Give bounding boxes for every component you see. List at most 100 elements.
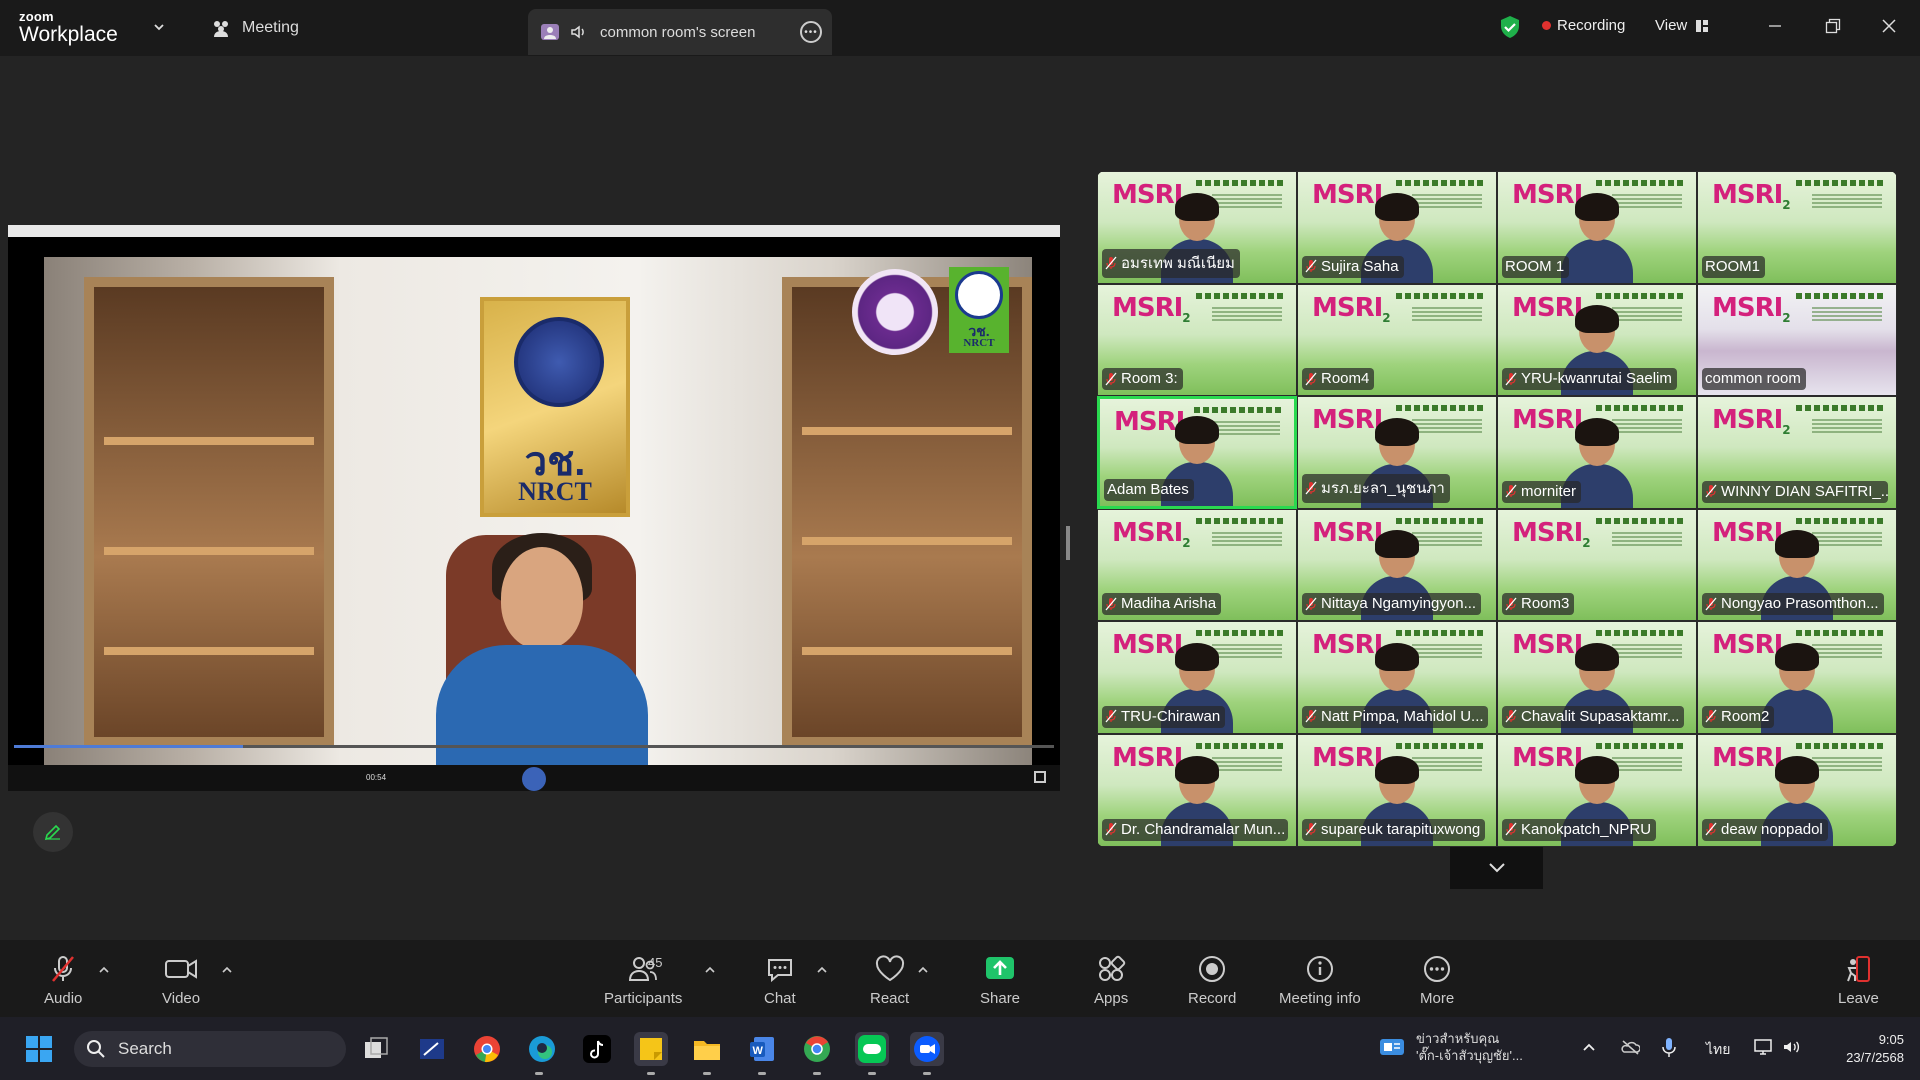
participant-tile[interactable]: MSRI2 Room4 [1297, 283, 1497, 397]
video-options-icon[interactable] [221, 964, 233, 976]
task-view-icon[interactable] [360, 1032, 394, 1066]
shared-screen[interactable]: วช. NRCT วช. NRCT 00:54 [8, 225, 1060, 791]
chat-options-icon[interactable] [816, 964, 828, 976]
chevron-down-icon[interactable] [152, 20, 166, 34]
pen-app-icon[interactable] [415, 1032, 449, 1066]
tab-meeting[interactable]: Meeting [210, 18, 299, 38]
audio-options-icon[interactable] [98, 964, 110, 976]
file-explorer-icon[interactable] [690, 1032, 724, 1066]
react-button[interactable]: React [870, 954, 909, 1007]
tiktok-icon[interactable] [580, 1032, 614, 1066]
taskbar-clock[interactable]: 9:05 23/7/2568 [1846, 1031, 1904, 1067]
gallery-next-page-button[interactable] [1450, 847, 1543, 889]
msri-logo: MSRI2 [1512, 517, 1591, 550]
participant-tile[interactable]: MSRI2 Room 3: [1097, 283, 1297, 397]
recording-indicator[interactable]: Recording [1542, 17, 1625, 34]
audio-button[interactable]: Audio [44, 954, 82, 1007]
participant-tile[interactable]: MSRI2morniter [1497, 396, 1697, 509]
network-icon[interactable] [1754, 1038, 1774, 1056]
participants-button[interactable]: 45 Participants [604, 954, 682, 1007]
participant-tile[interactable]: MSRI2supareuk tarapituxwong [1297, 733, 1497, 847]
restore-icon[interactable] [1821, 14, 1845, 38]
participant-name-label: Kanokpatch_NPRU [1502, 818, 1657, 841]
view-label: View [1655, 17, 1688, 34]
participant-tile[interactable]: MSRI2Nongyao Prasomthon... [1697, 508, 1897, 622]
show-hidden-icons-icon[interactable] [1582, 1040, 1596, 1054]
participant-name: Room4 [1321, 370, 1370, 388]
onedrive-icon[interactable] [1620, 1039, 1640, 1055]
participant-tile[interactable]: MSRI2Nittaya Ngamyingyon... [1297, 508, 1497, 622]
chrome-profile-icon[interactable] [800, 1032, 834, 1066]
participant-tile[interactable]: MSRI2 Madiha Arisha [1097, 508, 1297, 622]
chat-button[interactable]: Chat [764, 954, 796, 1007]
mic-muted-icon [1305, 481, 1317, 495]
people-icon [214, 21, 228, 37]
share-button[interactable]: Share [980, 954, 1020, 1007]
participant-tile[interactable]: MSRI2 ROOM1 [1697, 171, 1897, 284]
event-banner [1796, 630, 1886, 637]
taskbar-search[interactable]: Search [74, 1031, 346, 1067]
apps-button[interactable]: Apps [1094, 954, 1128, 1007]
react-options-icon[interactable] [917, 964, 929, 976]
chrome-running-indicator [813, 1072, 821, 1075]
participant-tile[interactable]: MSRI2deaw noppadol [1697, 733, 1897, 847]
participants-options-icon[interactable] [704, 964, 716, 976]
sticky-notes-icon[interactable] [634, 1032, 668, 1066]
apps-icon [1099, 955, 1126, 981]
explorer-running-indicator [703, 1072, 711, 1075]
close-icon[interactable] [1877, 14, 1901, 38]
participant-tile[interactable]: MSRI2ROOM 1 [1497, 171, 1697, 284]
language-indicator[interactable]: ไทย [1706, 1039, 1730, 1061]
participant-name-label: Nongyao Prasomthon... [1702, 593, 1884, 616]
participant-tile[interactable]: MSRI2 common room [1697, 283, 1897, 397]
participant-tile[interactable]: MSRI2อมรเทพ มณีเนียม [1097, 171, 1297, 284]
participant-tile[interactable]: MSRI2มรภ.ยะลา_นุชนภา [1297, 396, 1497, 509]
windows-start-icon[interactable] [22, 1032, 56, 1066]
microphone-icon[interactable] [1661, 1037, 1677, 1059]
minimize-icon[interactable] [1763, 14, 1787, 38]
participant-name: อมรเทพ มณีเนียม [1121, 254, 1235, 272]
participant-tile[interactable]: MSRI2Dr. Chandramalar Mun... [1097, 733, 1297, 847]
windows-taskbar: Search W ข่าวสำหรับคุณ 'ตั๊ก-เจ้าสัวบุญช… [0, 1017, 1920, 1080]
video-player-controls: 00:54 [8, 765, 1060, 791]
record-button[interactable]: Record [1188, 954, 1236, 1007]
mic-muted-icon [1505, 597, 1517, 611]
meeting-info-button[interactable]: Meeting info [1279, 954, 1361, 1007]
shared-video[interactable]: วช. NRCT วช. NRCT [44, 257, 1032, 765]
participant-name: Sujira Saha [1321, 257, 1399, 275]
edge-icon[interactable] [525, 1032, 559, 1066]
pause-icon[interactable] [522, 767, 546, 791]
leave-button[interactable]: Leave [1838, 954, 1879, 1007]
word-icon[interactable]: W [745, 1032, 779, 1066]
participant-tile[interactable]: MSRI2YRU-kwanrutai Saelim [1497, 283, 1697, 397]
shield-check-icon[interactable] [1499, 15, 1521, 39]
video-button[interactable]: Video [162, 954, 200, 1007]
participant-tile[interactable]: MSRI2Sujira Saha [1297, 171, 1497, 284]
participant-tile[interactable]: MSRI2 Room3 [1497, 508, 1697, 622]
expand-icon[interactable] [1034, 771, 1046, 783]
participant-tile[interactable]: MSRI2Kanokpatch_NPRU [1497, 733, 1697, 847]
split-drag-handle[interactable] [1066, 526, 1070, 560]
chrome-icon[interactable] [470, 1032, 504, 1066]
news-widget[interactable]: ข่าวสำหรับคุณ 'ตั๊ก-เจ้าสัวบุญชัย'... [1378, 1030, 1523, 1064]
volume-icon[interactable] [1782, 1038, 1802, 1056]
annotate-button[interactable] [33, 812, 73, 852]
participant-tile[interactable]: MSRI2Adam Bates [1097, 396, 1297, 509]
more-icon[interactable]: ••• [800, 21, 822, 43]
zoom-icon[interactable] [910, 1032, 944, 1066]
leave-icon [1847, 956, 1871, 982]
video-progress-bar[interactable] [14, 745, 1054, 748]
participant-tile[interactable]: MSRI2Chavalit Supasaktamr... [1497, 621, 1697, 734]
tab-shared-screen[interactable]: common room's screen ••• [528, 9, 832, 55]
participant-tile[interactable]: MSRI2Room2 [1697, 621, 1897, 734]
participant-tile[interactable]: MSRI2Natt Pimpa, Mahidol U... [1297, 621, 1497, 734]
more-button[interactable]: More [1420, 954, 1454, 1007]
participant-name: Adam Bates [1107, 480, 1189, 498]
line-icon[interactable] [855, 1032, 889, 1066]
participant-tile[interactable]: MSRI2 WINNY DIAN SAFITRI_... [1697, 396, 1897, 509]
event-banner [1396, 405, 1486, 412]
event-banner [1196, 180, 1286, 186]
view-button[interactable]: View [1655, 17, 1709, 34]
participant-tile[interactable]: MSRI2TRU-Chirawan [1097, 621, 1297, 734]
participant-name: Room2 [1721, 707, 1770, 725]
